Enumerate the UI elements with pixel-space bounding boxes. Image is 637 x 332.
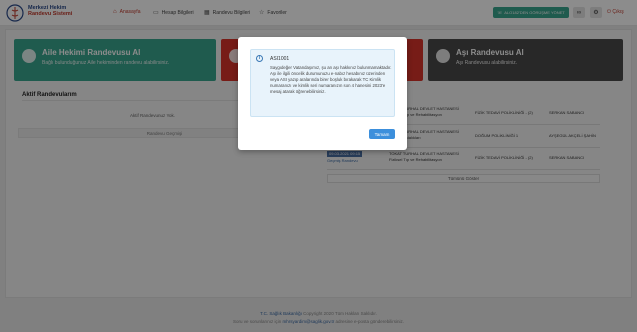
info-alert: i ASI1001 Saygıdeğer Vatandaşımız, şu an… [250,49,395,117]
info-modal: i ASI1001 Saygıdeğer Vatandaşımız, şu an… [238,37,407,150]
info-icon: i [256,55,263,62]
alert-message: Saygıdeğer Vatandaşımız, şu an aşı hakkı… [270,65,392,94]
page: Merkezi Hekim Randevu Sistemi ⌂ Anasayfa… [0,0,637,332]
alert-title: ASI1001 [270,56,290,62]
ok-button[interactable]: Tamam [369,129,395,139]
